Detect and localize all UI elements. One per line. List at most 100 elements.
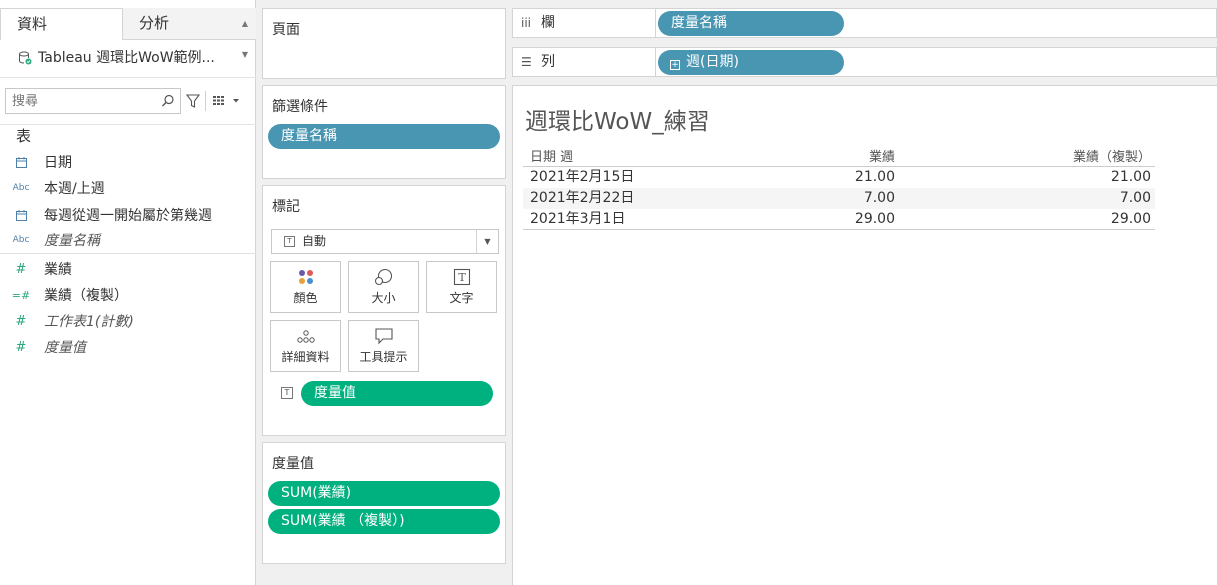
columns-icon: iii [521, 16, 532, 30]
size-label: 大小 [371, 291, 396, 305]
field-sales[interactable]: # 業績 [0, 256, 256, 282]
abc-icon: Abc [12, 235, 30, 245]
number-calc-icon: =# [11, 288, 31, 302]
table-row[interactable]: 2021年2月22日 7.00 7.00 [523, 188, 1155, 209]
number-icon: # [15, 261, 27, 277]
search-input[interactable] [6, 89, 156, 113]
search-box [5, 88, 181, 114]
color-icon [271, 262, 340, 290]
field-label: 日期 [44, 155, 72, 171]
marks-pill-measure-values[interactable]: 度量值 [301, 381, 493, 406]
mark-type-value: 自動 [302, 234, 327, 248]
text-mark-icon: T [284, 236, 295, 247]
size-button[interactable]: 大小 [348, 261, 419, 313]
field-date[interactable]: 日期 [0, 149, 256, 175]
filter-icon[interactable] [186, 93, 200, 109]
field-measure-names[interactable]: Abc 度量名稱 [0, 227, 256, 253]
columns-pill-measure-names[interactable]: 度量名稱 [658, 11, 844, 36]
number-icon: # [15, 313, 27, 329]
chevron-down-icon[interactable]: ▼ [476, 230, 498, 253]
date-icon [0, 209, 36, 221]
measure-values-card: 度量值 SUM(業績) SUM(業績 （複製）) [262, 442, 506, 564]
field-label: 業績 [44, 262, 72, 278]
number-icon: # [15, 339, 27, 355]
cell-date: 2021年2月15日 [530, 169, 635, 185]
datasource-name: Tableau 週環比WoW範例... [38, 50, 215, 66]
text-encoding-icon[interactable]: T [281, 387, 293, 399]
table-row[interactable]: 2021年2月15日 21.00 21.00 [523, 167, 1155, 188]
field-sales-copy[interactable]: =# 業績（複製） [0, 282, 256, 308]
field-sheet-count[interactable]: # 工作表1(計數) [0, 308, 256, 334]
tab-data[interactable]: 資料 [0, 8, 123, 40]
text-button[interactable]: T 文字 [426, 261, 497, 313]
text-table: 日期 週 業績 業績（複製） 2021年2月15日 21.00 21.00 20… [523, 149, 1155, 230]
pages-card[interactable]: 頁面 [262, 8, 506, 79]
field-this-last-week[interactable]: Abc 本週/上週 [0, 175, 256, 201]
rows-pill-week-date[interactable]: + 週(日期) [658, 50, 844, 75]
text-icon: T [427, 262, 496, 290]
field-week-number[interactable]: 每週從週一開始屬於第幾週 [0, 202, 256, 228]
field-label: 本週/上週 [44, 181, 105, 197]
color-button[interactable]: 顏色 [270, 261, 341, 313]
svg-text:T: T [458, 271, 466, 284]
rows-label-text: 列 [541, 54, 555, 70]
cell-sales: 29.00 [854, 211, 895, 227]
viz-title: 週環比WoW_練習 [525, 109, 710, 135]
search-toolbar [0, 77, 256, 125]
rows-pill-label: 週(日期) [686, 54, 739, 70]
field-measure-values[interactable]: # 度量值 [0, 334, 256, 360]
field-label: 工作表1(計數) [44, 314, 134, 330]
color-label: 顏色 [293, 291, 318, 305]
table-header: 日期 週 業績 業績（複製） [523, 149, 1155, 167]
cell-sales: 21.00 [854, 169, 895, 185]
abc-icon: Abc [12, 183, 30, 193]
detail-button[interactable]: 詳細資料 [270, 320, 341, 372]
measure-pill-sum-sales[interactable]: SUM(業績) [268, 481, 500, 506]
tab-analytics[interactable]: 分析 ▲ ▼ [123, 8, 256, 59]
filters-card[interactable]: 篩選條件 度量名稱 [262, 85, 506, 179]
tooltip-button[interactable]: 工具提示 [348, 320, 419, 372]
cell-date: 2021年3月1日 [530, 211, 626, 227]
detail-icon [271, 321, 340, 349]
marks-card-title: 標記 [272, 199, 300, 215]
viz-area: 週環比WoW_練習 日期 週 業績 業績（複製） 2021年2月15日 21.0… [512, 85, 1217, 585]
expand-plus-icon[interactable]: + [670, 60, 680, 70]
field-label: 度量值 [44, 340, 86, 356]
pane-tabs: 資料 分析 ▲ ▼ [0, 8, 256, 59]
header-sales[interactable]: 業績 [869, 149, 895, 167]
table-row[interactable]: 2021年3月1日 29.00 29.00 [523, 209, 1155, 230]
data-pane: 資料 分析 ▲ ▼ Tableau 週環比WoW範例... 搜尋 表 日期 Ab… [0, 0, 256, 585]
filters-card-title: 篩選條件 [272, 99, 328, 115]
header-sales-copy[interactable]: 業績（複製） [1073, 149, 1151, 167]
datasource-item[interactable]: Tableau 週環比WoW範例... [18, 47, 215, 69]
measure-pill-sum-sales-copy[interactable]: SUM(業績 （複製）) [268, 509, 500, 534]
cell-sales-copy: 7.00 [1119, 190, 1151, 206]
sort-arrows-icon[interactable]: ▲ ▼ [242, 8, 248, 70]
tableau-workspace: 資料 分析 ▲ ▼ Tableau 週環比WoW範例... 搜尋 表 日期 Ab… [0, 0, 1217, 585]
cell-sales-copy: 21.00 [1110, 169, 1151, 185]
columns-label-text: 欄 [541, 15, 555, 31]
columns-shelf[interactable]: iii 欄 度量名稱 [512, 8, 1217, 38]
field-label: 每週從週一開始屬於第幾週 [44, 208, 212, 224]
rows-icon: ☰ [521, 55, 532, 69]
header-date-week[interactable]: 日期 週 [530, 149, 573, 167]
mark-type-dropdown[interactable]: T 自動 ▼ [271, 229, 499, 254]
dimensions-measures-divider [0, 253, 256, 254]
measure-values-card-title: 度量值 [272, 456, 314, 472]
columns-shelf-label: iii 欄 [513, 9, 656, 37]
toolbar-divider [205, 91, 206, 111]
detail-label: 詳細資料 [281, 350, 330, 364]
field-label: 度量名稱 [44, 233, 100, 249]
pages-card-title: 頁面 [272, 22, 300, 38]
list-view-dropdown-icon[interactable] [212, 95, 242, 107]
search-icon[interactable] [161, 94, 175, 108]
tables-section-label: 表 [16, 127, 32, 145]
tooltip-label: 工具提示 [359, 350, 408, 364]
filter-pill-measure-names[interactable]: 度量名稱 [268, 124, 500, 149]
cell-sales: 7.00 [863, 190, 895, 206]
rows-shelf[interactable]: ☰ 列 + 週(日期) [512, 47, 1217, 77]
text-label: 文字 [449, 291, 474, 305]
size-icon [349, 262, 418, 290]
date-icon [0, 156, 36, 168]
cell-date: 2021年2月22日 [530, 190, 635, 206]
